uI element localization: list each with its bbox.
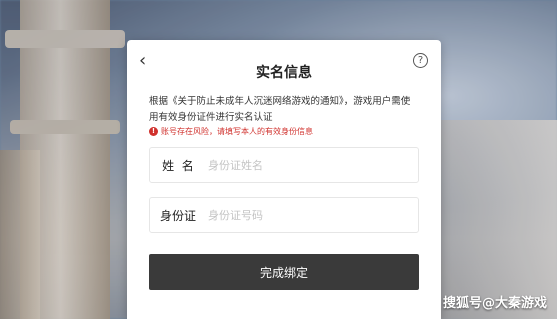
dialog-title: 实名信息 xyxy=(256,65,312,81)
id-label: 身份证 xyxy=(159,208,196,223)
name-field: 姓 名 xyxy=(149,147,419,183)
dialog-description: 根据《关于防止未成年人沉迷网络游戏的通知》，游戏用户需使用有效身份证件进行实名认… xyxy=(149,96,411,123)
risk-warning-text: 账号存在风险，请填写本人的有效身份信息 xyxy=(161,127,313,136)
id-field: 身份证 xyxy=(149,197,419,233)
watermark: 搜狐号@大秦游戏 xyxy=(442,296,547,311)
id-number-input[interactable] xyxy=(206,207,400,223)
name-label: 姓 名 xyxy=(162,158,194,173)
name-input[interactable] xyxy=(206,157,400,173)
exclamation-circle-icon: ! xyxy=(149,127,158,136)
complete-binding-button[interactable]: 完成绑定 xyxy=(149,254,419,290)
risk-warning: ! 账号存在风险，请填写本人的有效身份信息 xyxy=(149,126,419,137)
realname-dialog: ‹ ? 实名信息 根据《关于防止未成年人沉迷网络游戏的通知》，游戏用户需使用有效… xyxy=(127,40,441,319)
